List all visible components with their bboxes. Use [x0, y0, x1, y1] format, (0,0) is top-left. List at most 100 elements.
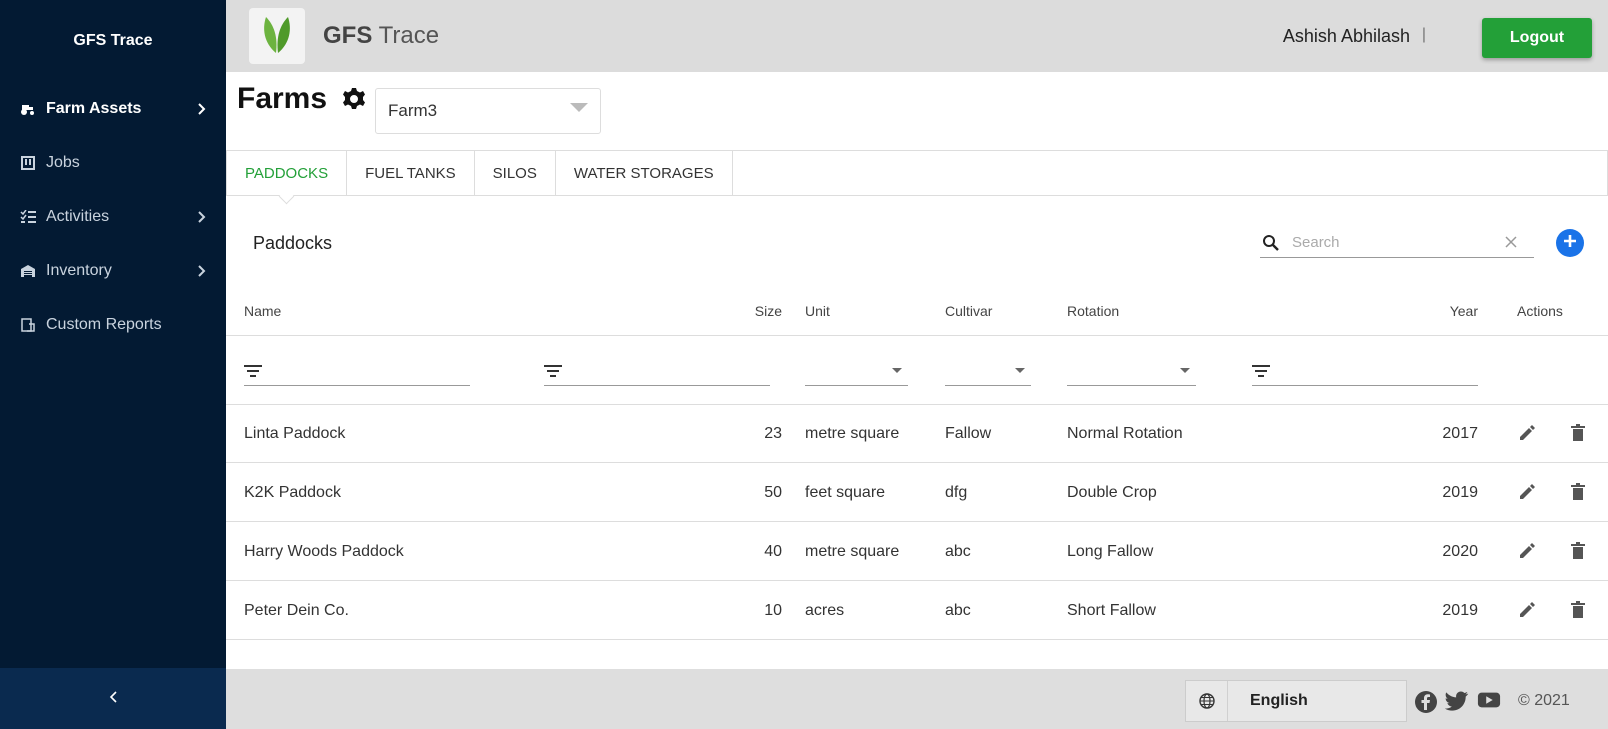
- cell-unit: metre square: [805, 543, 900, 560]
- delete-icon[interactable]: [1568, 423, 1588, 443]
- app-logo: [249, 8, 305, 64]
- page-title: Farms: [237, 82, 328, 115]
- app-title: GFS Trace: [323, 22, 439, 50]
- column-header-year[interactable]: Year: [1426, 303, 1478, 319]
- tab-silos[interactable]: SILOS: [475, 151, 556, 195]
- leaf-icon: [260, 13, 294, 60]
- language-label: English: [1250, 692, 1308, 709]
- sidebar-item-custom-reports[interactable]: Custom Reports: [0, 298, 226, 352]
- tab-water-storages[interactable]: WATER STORAGES: [556, 151, 733, 195]
- year-filter[interactable]: [1252, 358, 1478, 386]
- cell-cultivar: dfg: [945, 484, 968, 501]
- cultivar-filter-select[interactable]: [945, 358, 1031, 386]
- sidebar-collapse-button[interactable]: [0, 668, 226, 729]
- warehouse-icon: [20, 263, 36, 279]
- edit-icon[interactable]: [1517, 482, 1537, 502]
- sidebar-item-label: Inventory: [46, 262, 112, 279]
- sidebar-item-label: Activities: [46, 208, 110, 225]
- table-header: Name Size Unit Cultivar Rotation Year Ac…: [226, 284, 1608, 336]
- caret-down-icon: [1180, 368, 1190, 373]
- chevron-right-icon: [196, 211, 208, 223]
- table-row[interactable]: Linta Paddock 23 metre square Fallow Nor…: [226, 405, 1608, 463]
- edit-icon[interactable]: [1517, 423, 1537, 443]
- filter-icon: [1252, 364, 1270, 379]
- delete-icon[interactable]: [1568, 600, 1588, 620]
- name-filter[interactable]: [244, 358, 470, 386]
- youtube-icon[interactable]: [1477, 690, 1501, 714]
- table-row[interactable]: K2K Paddock 50 feet square dfg Double Cr…: [226, 464, 1608, 522]
- sidebar-brand: GFS Trace: [73, 32, 153, 49]
- rotation-filter-select[interactable]: [1067, 358, 1196, 386]
- app-title-bold: GFS: [323, 22, 373, 49]
- page-title-row: Farms: [237, 82, 367, 116]
- user-name: Ashish Abhilash: [1282, 26, 1410, 46]
- sidebar-item-label: Jobs: [46, 154, 80, 171]
- sidebar-item-farm-assets[interactable]: Farm Assets: [0, 82, 226, 136]
- column-header-actions: Actions: [1517, 303, 1563, 319]
- report-icon: [20, 317, 36, 333]
- cell-year: 2020: [1442, 543, 1478, 560]
- facebook-icon[interactable]: [1414, 690, 1438, 714]
- cell-unit: acres: [805, 602, 845, 619]
- search-input[interactable]: [1292, 234, 1504, 251]
- sidebar: GFS Trace Farm Assets Jobs Activities In…: [0, 0, 226, 729]
- language-select[interactable]: English: [1185, 680, 1407, 722]
- chevron-left-icon: [109, 690, 117, 708]
- delete-icon[interactable]: [1568, 482, 1588, 502]
- chevron-right-icon: [196, 265, 208, 277]
- add-paddock-button[interactable]: [1556, 229, 1584, 257]
- cell-name: Harry Woods Paddock: [244, 543, 404, 560]
- sidebar-item-label: Farm Assets: [46, 100, 142, 117]
- caret-down-icon: [1015, 368, 1025, 373]
- column-header-cultivar[interactable]: Cultivar: [945, 303, 992, 319]
- sidebar-item-label: Custom Reports: [46, 316, 162, 333]
- sidebar-item-inventory[interactable]: Inventory: [0, 244, 226, 298]
- copyright: © 2021: [1518, 692, 1570, 709]
- edit-icon[interactable]: [1517, 541, 1537, 561]
- search-icon: [1262, 234, 1280, 252]
- size-filter[interactable]: [544, 358, 770, 386]
- column-header-rotation[interactable]: Rotation: [1067, 303, 1119, 319]
- tab-paddocks[interactable]: PADDOCKS: [227, 151, 348, 195]
- header-separator: |: [1421, 26, 1426, 43]
- cell-name: Peter Dein Co.: [244, 602, 349, 619]
- farm-select[interactable]: Farm3: [375, 88, 601, 134]
- search-box: [1260, 228, 1534, 258]
- cell-rotation: Normal Rotation: [1067, 425, 1183, 442]
- cell-year: 2017: [1442, 425, 1478, 442]
- cell-unit: feet square: [805, 484, 886, 501]
- cell-size: 23: [764, 425, 782, 442]
- edit-icon[interactable]: [1517, 600, 1537, 620]
- caret-down-icon: [892, 368, 902, 373]
- chevron-right-icon: [196, 103, 208, 115]
- column-header-size[interactable]: Size: [742, 303, 782, 319]
- table-row[interactable]: Harry Woods Paddock 40 metre square abc …: [226, 523, 1608, 581]
- globe-icon: [1186, 681, 1228, 721]
- column-header-name[interactable]: Name: [244, 303, 281, 319]
- cell-cultivar: abc: [945, 543, 971, 560]
- jobs-icon: [20, 155, 36, 171]
- logout-button[interactable]: Logout: [1482, 18, 1592, 58]
- plus-icon: [1563, 234, 1577, 253]
- cell-year: 2019: [1442, 484, 1478, 501]
- tab-fuel-tanks[interactable]: FUEL TANKS: [347, 151, 475, 195]
- twitter-icon[interactable]: [1445, 690, 1469, 714]
- cell-rotation: Short Fallow: [1067, 602, 1156, 619]
- farm-tabs: PADDOCKS FUEL TANKS SILOS WATER STORAGES: [226, 150, 1608, 196]
- filter-icon: [544, 364, 562, 379]
- column-header-unit[interactable]: Unit: [805, 303, 830, 319]
- footer: English © 2021: [226, 669, 1608, 729]
- sidebar-item-jobs[interactable]: Jobs: [0, 136, 226, 190]
- main-content: Farms Farm3 PADDOCKS FUEL TANKS SILOS WA…: [226, 72, 1608, 669]
- panel-title: Paddocks: [253, 233, 333, 253]
- sidebar-item-activities[interactable]: Activities: [0, 190, 226, 244]
- filter-icon: [244, 364, 262, 379]
- filter-row: [226, 336, 1608, 405]
- delete-icon[interactable]: [1568, 541, 1588, 561]
- close-icon[interactable]: [1504, 235, 1520, 251]
- table-row[interactable]: Peter Dein Co. 10 acres abc Short Fallow…: [226, 582, 1608, 640]
- unit-filter-select[interactable]: [805, 358, 908, 386]
- cell-cultivar: Fallow: [945, 425, 992, 442]
- checklist-icon: [20, 209, 36, 225]
- gear-icon[interactable]: [341, 86, 367, 112]
